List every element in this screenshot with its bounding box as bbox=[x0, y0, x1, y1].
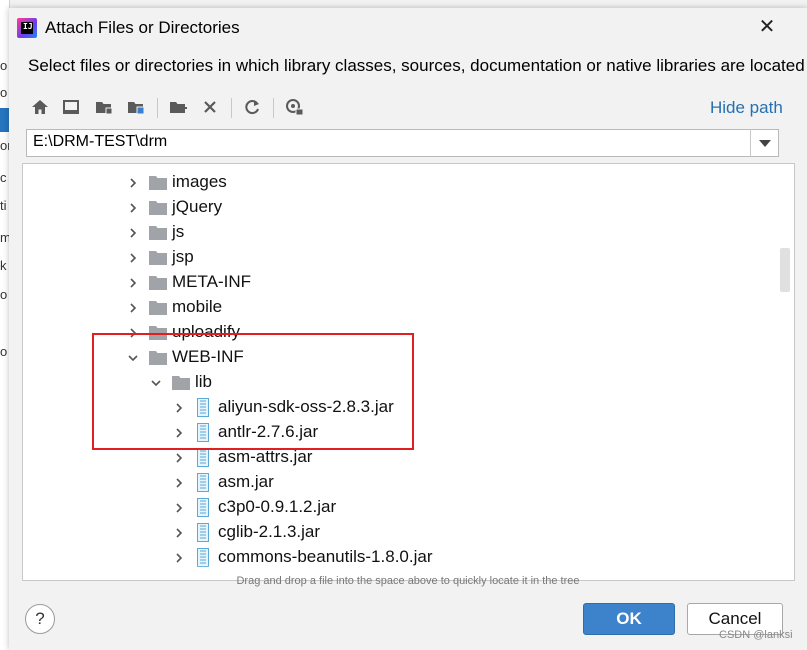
close-button[interactable]: ✕ bbox=[754, 14, 780, 40]
tree-item-label: js bbox=[172, 222, 185, 241]
background-text: o bbox=[0, 344, 8, 359]
jar-file-icon bbox=[197, 448, 209, 467]
desktop-icon[interactable] bbox=[60, 96, 82, 118]
ok-button[interactable]: OK bbox=[583, 603, 675, 635]
jar-file-icon bbox=[197, 473, 209, 492]
folder-row[interactable]: META-INF bbox=[23, 271, 768, 296]
red-highlight-box bbox=[92, 333, 414, 450]
attach-files-dialog: IJ Attach Files or Directories ✕ Select … bbox=[9, 8, 807, 650]
chevron-right-icon[interactable] bbox=[173, 552, 185, 564]
chevron-right-icon[interactable] bbox=[127, 252, 139, 264]
project-folder-icon[interactable] bbox=[93, 96, 115, 118]
folder-icon bbox=[149, 175, 167, 190]
chevron-right-icon[interactable] bbox=[127, 302, 139, 314]
background-text: o bbox=[0, 85, 8, 100]
folder-icon bbox=[149, 200, 167, 215]
chevron-right-icon[interactable] bbox=[173, 452, 185, 464]
title-bar: IJ Attach Files or Directories ✕ bbox=[9, 8, 807, 48]
home-icon[interactable] bbox=[29, 96, 51, 118]
drag-drop-hint: Drag and drop a file into the space abov… bbox=[236, 575, 580, 587]
module-folder-icon[interactable] bbox=[125, 96, 147, 118]
path-field[interactable] bbox=[26, 129, 752, 157]
scrollbar-thumb[interactable] bbox=[780, 248, 790, 292]
path-history-dropdown[interactable] bbox=[750, 129, 779, 157]
watermark: CSDN @lanksi bbox=[719, 629, 793, 641]
chevron-right-icon[interactable] bbox=[173, 527, 185, 539]
new-folder-icon[interactable] bbox=[167, 96, 189, 118]
chevron-right-icon[interactable] bbox=[127, 202, 139, 214]
chevron-right-icon[interactable] bbox=[127, 227, 139, 239]
chevron-right-icon[interactable] bbox=[127, 277, 139, 289]
folder-row[interactable]: jsp bbox=[23, 246, 768, 271]
intellij-logo-icon: IJ bbox=[17, 18, 37, 38]
folder-row[interactable]: js bbox=[23, 221, 768, 246]
path-input[interactable] bbox=[27, 130, 733, 154]
dialog-description: Select files or directories in which lib… bbox=[28, 56, 805, 75]
show-hidden-icon[interactable] bbox=[283, 96, 305, 118]
tree-item-label: asm.jar bbox=[218, 472, 274, 491]
help-button[interactable]: ? bbox=[25, 604, 55, 634]
background-text: c bbox=[0, 170, 7, 185]
jar-file-icon bbox=[197, 523, 209, 542]
delete-icon[interactable] bbox=[199, 96, 221, 118]
jar-row[interactable]: asm.jar bbox=[23, 471, 768, 496]
tree-item-label: asm-attrs.jar bbox=[218, 447, 313, 466]
folder-row[interactable]: mobile bbox=[23, 296, 768, 321]
background-selection bbox=[0, 108, 9, 132]
folder-row[interactable]: jQuery bbox=[23, 196, 768, 221]
tree-item-label: cglib-2.1.3.jar bbox=[218, 522, 321, 541]
folder-icon bbox=[149, 300, 167, 315]
tree-item-label: mobile bbox=[172, 297, 223, 316]
dialog-title: Attach Files or Directories bbox=[45, 18, 240, 37]
background-text: ti bbox=[0, 198, 7, 213]
tree-item-label: jQuery bbox=[172, 197, 223, 216]
background-text: o bbox=[0, 287, 8, 302]
toolbar-separator bbox=[231, 98, 232, 118]
jar-row[interactable]: c3p0-0.9.1.2.jar bbox=[23, 496, 768, 521]
folder-row[interactable]: images bbox=[23, 171, 768, 196]
background-text: o bbox=[0, 58, 8, 73]
refresh-icon[interactable] bbox=[241, 96, 263, 118]
scrollbar-track[interactable] bbox=[778, 164, 792, 580]
tree-item-label: jsp bbox=[172, 247, 194, 266]
tree-item-label: c3p0-0.9.1.2.jar bbox=[218, 497, 337, 516]
folder-icon bbox=[149, 225, 167, 240]
chevron-right-icon[interactable] bbox=[127, 177, 139, 189]
folder-icon bbox=[149, 275, 167, 290]
toolbar-separator bbox=[273, 98, 274, 118]
folder-icon bbox=[149, 250, 167, 265]
jar-file-icon bbox=[197, 498, 209, 517]
tree-item-label: META-INF bbox=[172, 272, 252, 291]
chevron-right-icon[interactable] bbox=[173, 502, 185, 514]
tree-item-label: images bbox=[172, 172, 227, 191]
jar-row[interactable]: cglib-2.1.3.jar bbox=[23, 521, 768, 546]
background-text: k bbox=[0, 258, 7, 273]
chevron-right-icon[interactable] bbox=[173, 477, 185, 489]
toolbar-separator bbox=[157, 98, 158, 118]
hide-path-link[interactable]: Hide path bbox=[710, 98, 783, 118]
